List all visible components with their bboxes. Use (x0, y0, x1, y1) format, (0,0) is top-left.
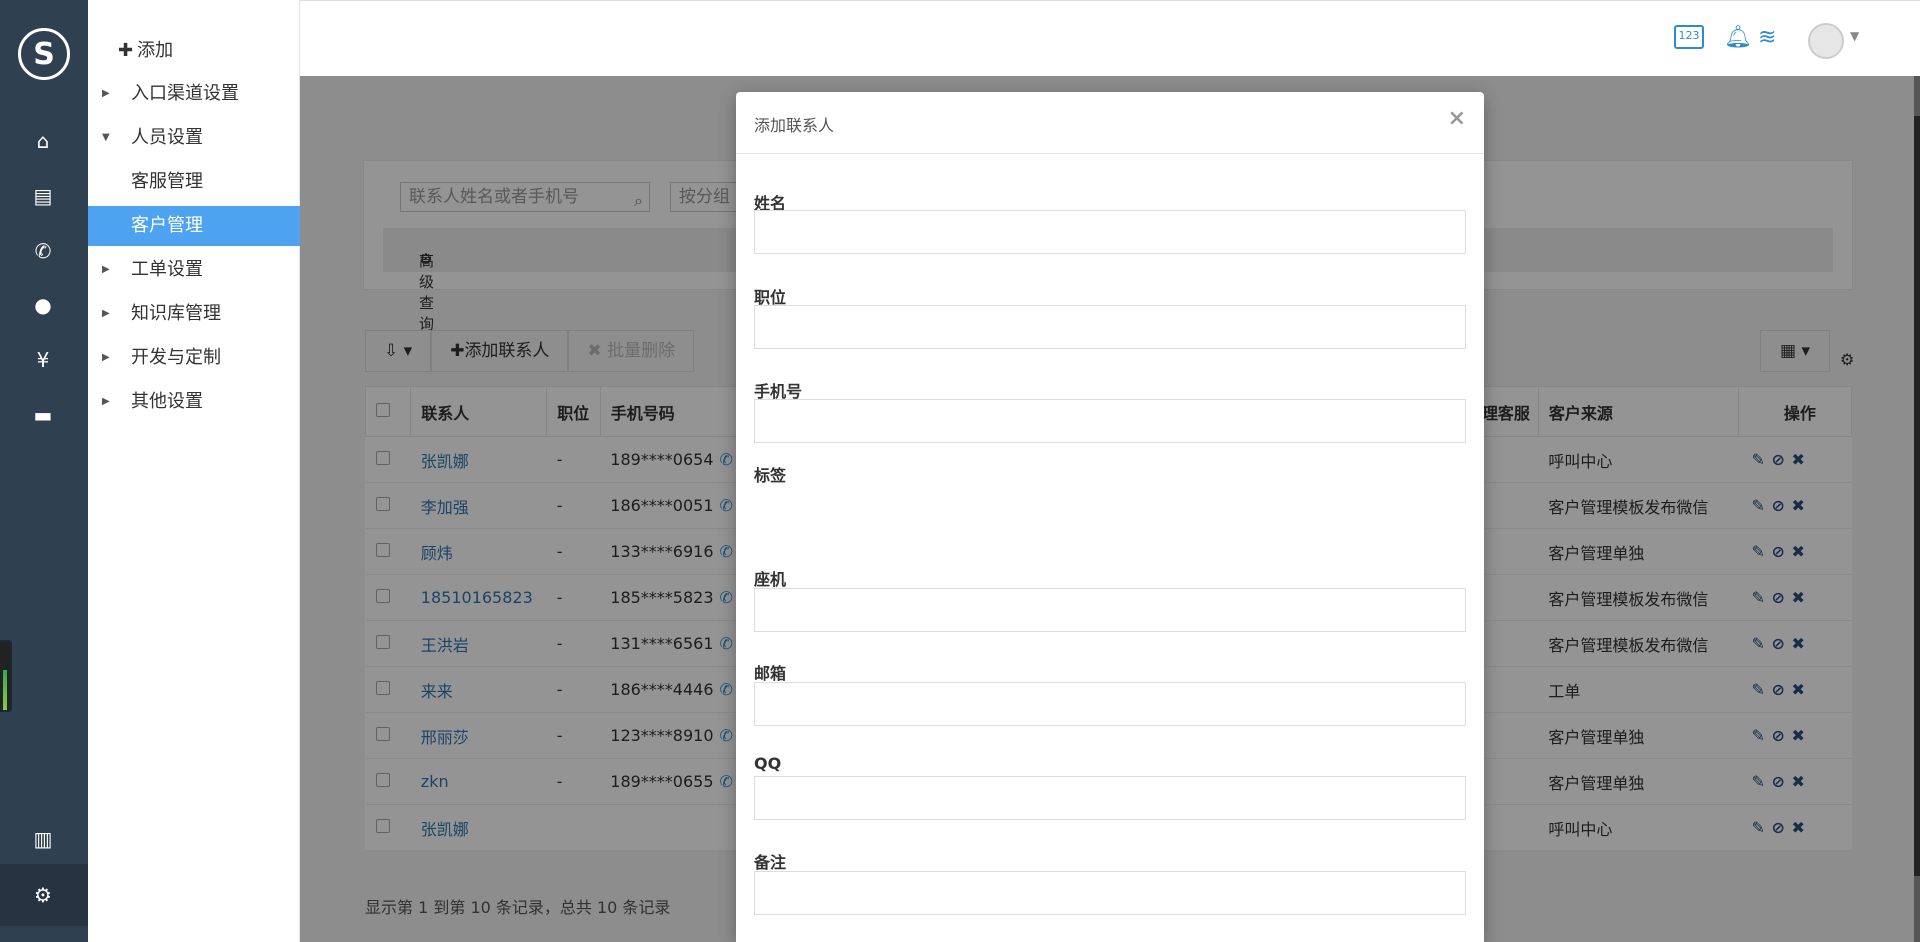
mobile-field[interactable] (754, 399, 1466, 443)
sidebar-item-dev-custom[interactable]: ▶ 开发与定制 (88, 338, 300, 378)
close-icon[interactable]: × (1448, 106, 1466, 131)
landline-field[interactable] (754, 588, 1466, 632)
keypad-icon[interactable]: 123 (1674, 25, 1704, 49)
note-label: 备注 (754, 853, 787, 872)
caret-right-icon: ▶ (102, 308, 110, 319)
caret-down-icon: ▼ (102, 132, 110, 143)
sidebar-item-customer-management[interactable]: 客户管理 (88, 206, 300, 246)
sidebar-item-label: 客服管理 (131, 171, 203, 192)
sidebar-item-label: 知识库管理 (131, 303, 221, 324)
page-scrollbar[interactable] (1914, 76, 1920, 942)
settings-sidebar: ✚ 添加 ▶ 入口渠道设置 ▼ 人员设置 客服管理 客户管理 ▶ 工单设置 ▶ 知识库管理… (88, 0, 300, 942)
gear-icon[interactable]: ⚙ (30, 882, 56, 908)
sidebar-item-entry-channel[interactable]: ▶ 入口渠道设置 (88, 74, 300, 114)
scrollbar-thumb[interactable] (1914, 116, 1920, 876)
tags-area[interactable] (754, 486, 1466, 546)
add-button[interactable]: ✚ 添加 (118, 36, 173, 62)
qq-label: QQ (754, 754, 782, 773)
note-field[interactable] (754, 871, 1466, 915)
sidebar-item-agent-management[interactable]: 客服管理 (88, 162, 300, 202)
sidebar-item-label: 入口渠道设置 (131, 83, 239, 104)
caret-right-icon: ▶ (102, 264, 110, 275)
logo: S (18, 28, 70, 80)
sidebar-item-knowledge-base[interactable]: ▶ 知识库管理 (88, 294, 300, 334)
sidebar-item-label: 人员设置 (131, 127, 203, 148)
sidebar-item-label: 工单设置 (131, 259, 203, 280)
home-icon[interactable]: ⌂ (30, 128, 56, 154)
phone-icon[interactable]: ✆ (30, 238, 56, 264)
audio-level-meter (0, 640, 12, 712)
sidebar-item-label: 开发与定制 (131, 347, 221, 368)
add-contact-modal: 添加联系人 × 姓名 职位 手机号 标签 座机 邮箱 QQ 备注 (736, 92, 1484, 942)
sidebar-item-label: 其他设置 (131, 391, 203, 412)
add-label: 添加 (137, 40, 174, 61)
chat-icon[interactable]: ● (30, 292, 56, 318)
bell-icon[interactable]: 🔔︎ (1724, 25, 1752, 50)
icon-rail: S ⌂ ▤ ✆ ● ¥ ▬ ▥ ⚙ (0, 0, 88, 942)
email-field[interactable] (754, 682, 1466, 726)
caret-right-icon: ▶ (102, 88, 110, 99)
landline-label: 座机 (754, 570, 787, 589)
money-bag-icon[interactable]: ¥ (30, 347, 56, 373)
sidebar-item-other[interactable]: ▶ 其他设置 (88, 382, 300, 422)
top-bar: 123 🔔︎ ≋ ▼ (300, 0, 1920, 76)
tags-label: 标签 (754, 466, 787, 485)
name-field[interactable] (754, 210, 1466, 254)
folder-icon[interactable]: ▬ (30, 402, 56, 428)
clipboard-icon[interactable]: ▤ (30, 183, 56, 209)
caret-right-icon: ▶ (102, 396, 110, 407)
sidebar-item-staff[interactable]: ▼ 人员设置 (88, 118, 300, 158)
qq-field[interactable] (754, 776, 1466, 820)
plus-icon: ✚ (118, 40, 134, 61)
email-label: 邮箱 (754, 664, 787, 683)
modal-header: 添加联系人 × (736, 92, 1484, 154)
chevron-down-icon[interactable]: ▼ (1850, 29, 1859, 43)
avatar[interactable] (1808, 23, 1844, 59)
sidebar-item-ticket[interactable]: ▶ 工单设置 (88, 250, 300, 290)
sidebar-item-label: 客户管理 (131, 215, 203, 236)
caret-right-icon: ▶ (102, 352, 110, 363)
wifi-icon: ≋ (1758, 25, 1777, 50)
position-field[interactable] (754, 305, 1466, 349)
bar-chart-icon[interactable]: ▥ (30, 826, 56, 852)
modal-title: 添加联系人 (754, 116, 835, 135)
